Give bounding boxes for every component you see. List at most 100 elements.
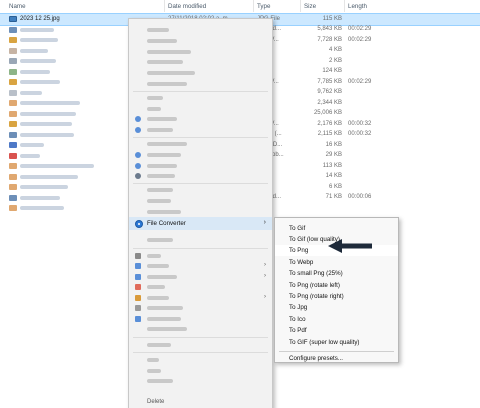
file-name-redacted: [20, 195, 60, 200]
file-size: 6 KB: [328, 183, 342, 190]
column-header-size[interactable]: Size: [304, 3, 316, 10]
submenu-item-to-jpg[interactable]: To Jpg: [275, 302, 398, 313]
file-icon: [9, 131, 17, 138]
context-menu-item[interactable]: ›: [129, 261, 272, 271]
file-length: 00:00:06: [348, 194, 372, 200]
menu-item-label-redacted: [147, 342, 171, 347]
menu-item-icon: [135, 252, 141, 259]
file-name-redacted: [20, 101, 80, 105]
file-length: 00:00:32: [348, 131, 372, 137]
menu-item-label-redacted: [147, 95, 163, 100]
submenu-item-to-gif-super-low-quality[interactable]: To GIF (super low quality): [275, 336, 398, 347]
menu-item-icon: [135, 127, 141, 134]
submenu-item-to-webp[interactable]: To Webp: [275, 256, 398, 267]
context-menu-item[interactable]: [129, 68, 272, 78]
file-size: 29 KB: [325, 152, 342, 158]
configure-presets-label: Configure presets...: [289, 354, 343, 362]
context-menu-item[interactable]: [129, 114, 272, 124]
context-menu-item[interactable]: [129, 324, 272, 334]
menu-item-label-redacted: [147, 295, 169, 300]
file-icon: [9, 47, 17, 54]
menu-item-label-redacted: [147, 253, 161, 258]
column-divider[interactable]: [344, 0, 345, 12]
submenu-item-to-png-rotate-right[interactable]: To Png (rotate right): [275, 290, 398, 301]
column-divider[interactable]: [253, 0, 254, 12]
context-menu-item[interactable]: [129, 79, 272, 89]
context-menu-item[interactable]: [129, 366, 272, 376]
column-header-length[interactable]: Length: [348, 3, 367, 10]
menu-item-label-redacted: [147, 28, 169, 32]
file-size: 2 KB: [328, 57, 342, 64]
context-menu-item[interactable]: [129, 161, 272, 171]
column-divider[interactable]: [164, 0, 165, 12]
menu-separator: [133, 352, 268, 353]
context-menu-item[interactable]: [129, 196, 272, 206]
context-menu-item[interactable]: [129, 376, 272, 386]
configure-presets-item[interactable]: Configure presets...: [275, 352, 398, 363]
context-menu-item[interactable]: ›: [129, 293, 272, 303]
submenu-item-to-pdf[interactable]: To Pdf: [275, 325, 398, 336]
menu-separator: [133, 137, 268, 138]
context-menu-item[interactable]: [129, 150, 272, 160]
file-size: 14 KB: [325, 173, 342, 179]
context-menu-item[interactable]: [129, 303, 272, 313]
file-length: 00:00:32: [348, 120, 372, 127]
context-menu-item[interactable]: [129, 171, 272, 181]
context-menu-item[interactable]: [129, 93, 272, 103]
context-menu-item[interactable]: [129, 25, 272, 35]
context-menu-item[interactable]: [129, 36, 272, 46]
file-size: 2,344 KB: [317, 99, 342, 106]
file-converter-menu-item[interactable]: File Converter ›: [129, 217, 272, 230]
file-icon: [9, 194, 17, 201]
menu-item-label-redacted: [147, 188, 173, 193]
context-menu-item[interactable]: [129, 235, 272, 245]
submenu-item-to-ico[interactable]: To Ico: [275, 313, 398, 324]
file-name-redacted: [20, 48, 48, 53]
menu-item-label-redacted: [147, 285, 165, 289]
menu-item-label-redacted: [147, 49, 191, 54]
context-menu-item[interactable]: [129, 139, 272, 149]
menu-item-icon: [135, 284, 141, 290]
file-list-header: Name Date modified Type Size Length: [0, 0, 480, 12]
menu-item-label-redacted: [147, 117, 177, 122]
column-header-name[interactable]: Name: [9, 3, 26, 10]
submenu-item-label: To Gif: [289, 224, 306, 232]
context-menu-item[interactable]: [129, 185, 272, 195]
context-menu-delete[interactable]: Delete: [147, 399, 164, 405]
menu-item-icon: [135, 305, 141, 311]
file-name-redacted: [20, 80, 60, 84]
file-size: 113 KB: [322, 162, 342, 169]
file-name-redacted: [20, 174, 78, 179]
file-size: 9,762 KB: [317, 89, 342, 95]
column-divider[interactable]: [300, 0, 301, 12]
file-icon: [9, 37, 17, 43]
context-menu-item[interactable]: [129, 340, 272, 350]
chevron-right-icon: ›: [264, 293, 266, 300]
context-menu-item[interactable]: ›: [129, 272, 272, 282]
context-menu-item[interactable]: [129, 251, 272, 261]
file-icon: [9, 121, 17, 127]
menu-item-label-redacted: [147, 199, 171, 203]
context-menu-item[interactable]: [129, 355, 272, 365]
column-header-type[interactable]: Type: [257, 3, 270, 10]
menu-item-icon: [135, 173, 141, 180]
menu-item-icon: [135, 294, 141, 301]
submenu-item-to-gif[interactable]: To Gif: [275, 222, 398, 233]
menu-item-label-redacted: [147, 142, 187, 146]
context-menu-item[interactable]: [129, 314, 272, 324]
context-menu-item[interactable]: [129, 282, 272, 292]
context-menu-item[interactable]: [129, 47, 272, 57]
menu-item-label-redacted: [147, 358, 159, 362]
menu-item-icon: [135, 315, 141, 322]
file-icon: [9, 163, 17, 169]
submenu-item-to-png-rotate-left[interactable]: To Png (rotate left): [275, 279, 398, 290]
file-icon: [9, 89, 17, 96]
submenu-item-to-small-png-25[interactable]: To small Png (25%): [275, 268, 398, 279]
context-menu-item[interactable]: [129, 104, 272, 114]
column-header-date[interactable]: Date modified: [168, 3, 206, 10]
context-menu-item[interactable]: [129, 207, 272, 217]
submenu-item-label: To Png (rotate left): [289, 281, 340, 289]
context-menu-item[interactable]: [129, 125, 272, 135]
context-menu-item[interactable]: [129, 57, 272, 67]
submenu-item-label: To Jpg: [289, 304, 308, 312]
